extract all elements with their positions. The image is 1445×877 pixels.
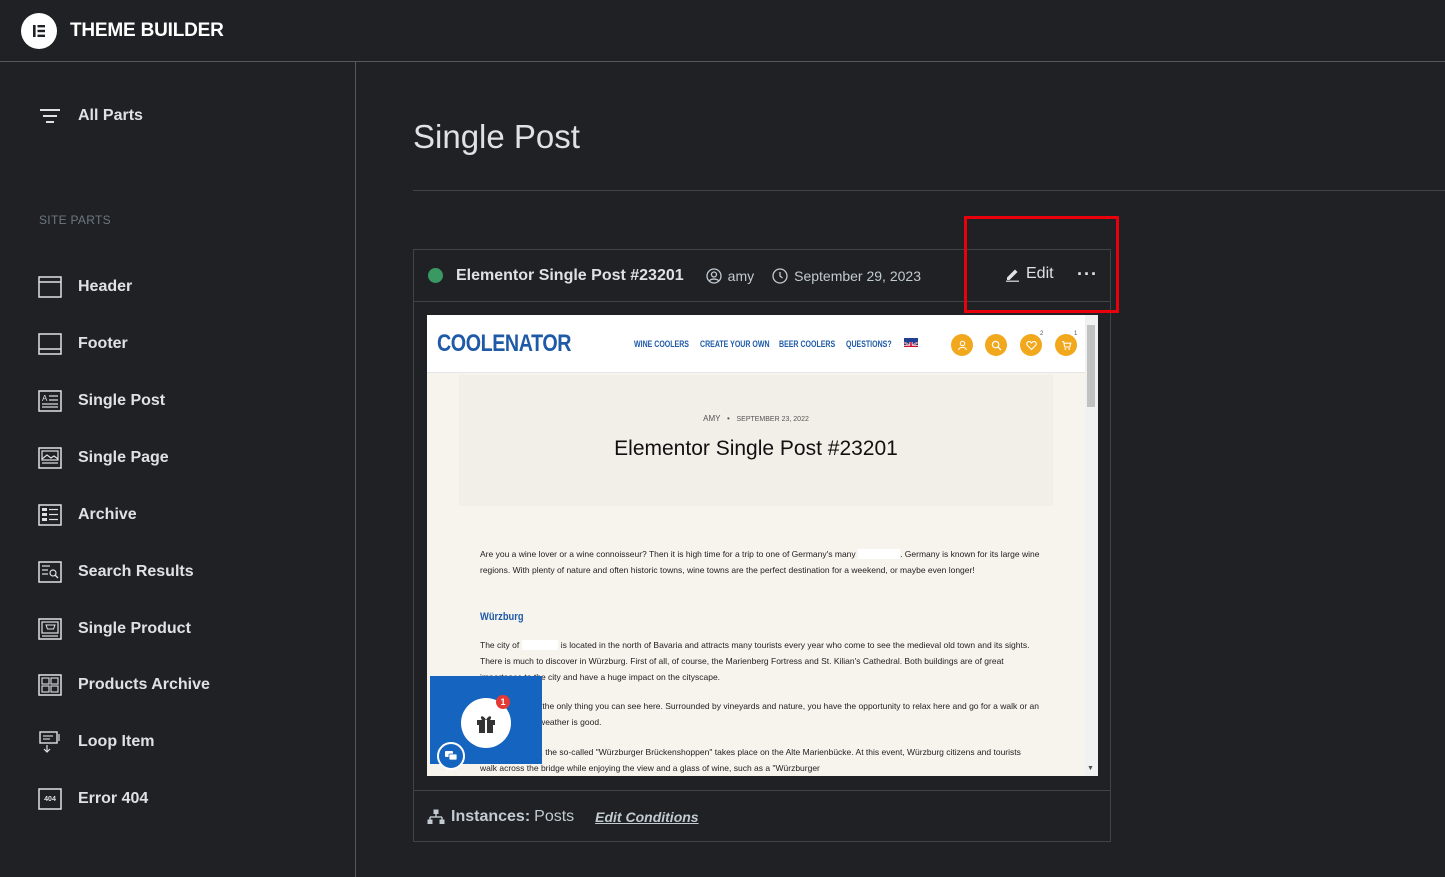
author-name: amy [727, 267, 755, 284]
status-dot [428, 268, 443, 283]
sidebar-item-all-parts[interactable]: All Parts [38, 104, 143, 128]
preview-wishlist-icon [1020, 334, 1042, 356]
sidebar-item-label: Header [78, 278, 133, 295]
instances-label: Instances: [451, 807, 531, 825]
preview-hero: AMY • SEPTEMBER 23, 2022 Elementor Singl… [459, 375, 1053, 506]
chat-icon[interactable] [437, 742, 465, 770]
preview-search-icon [985, 334, 1007, 356]
author-meta: amy [706, 268, 754, 284]
edit-label: Edit [1026, 265, 1054, 282]
instances-value: Posts [534, 807, 575, 825]
preview-nav-item: QUESTIONS? [846, 339, 892, 349]
products-archive-icon [38, 673, 62, 697]
preview-meta-sep: • [727, 414, 730, 423]
uk-flag-icon [904, 338, 918, 347]
preview-cart-count: 1 [1074, 331, 1078, 337]
filter-icon [38, 104, 62, 128]
chevron-down-icon[interactable]: ▼ [1087, 765, 1094, 772]
sidebar: All Parts SITE PARTS Header Footer A Sin… [0, 62, 356, 877]
sidebar-item-products-archive[interactable]: Products Archive [38, 673, 210, 697]
preview-paragraph: In good weather, the so-called "Würzburg… [480, 747, 1021, 773]
app-title: THEME BUILDER [70, 19, 224, 41]
sidebar-item-label: Error 404 [78, 790, 149, 807]
clock-icon [772, 267, 788, 284]
single-product-icon [38, 617, 62, 641]
sidebar-item-footer[interactable]: Footer [38, 332, 128, 356]
footer-icon [38, 332, 62, 356]
sidebar-item-single-page[interactable]: Single Page [38, 446, 169, 470]
preview-meta-author: AMY [703, 414, 721, 423]
svg-text:A: A [42, 394, 48, 403]
preview-site-logo: COOLENATOR [437, 330, 572, 357]
card-header: Elementor Single Post #23201 amy Septemb… [414, 250, 1110, 302]
sidebar-item-label: Single Page [78, 449, 169, 466]
elementor-logo-icon[interactable] [21, 12, 57, 49]
sidebar-item-single-post[interactable]: A Single Post [38, 389, 165, 413]
preview-wishlist-count: 2 [1040, 331, 1044, 337]
section-title: SITE PARTS [39, 213, 111, 227]
pencil-icon [1005, 267, 1020, 282]
top-bar: THEME BUILDER [0, 0, 1445, 62]
preview-text: The city of [480, 640, 522, 650]
sitemap-icon [427, 809, 445, 825]
sidebar-item-header[interactable]: Header [38, 275, 132, 299]
preview-post-meta: AMY • SEPTEMBER 23, 2022 [459, 414, 1053, 423]
preview-text: Are you a wine lover or a wine connoisse… [480, 549, 859, 559]
sidebar-item-label: Single Post [78, 392, 166, 409]
preview-account-icon [951, 334, 973, 356]
sidebar-item-error-404[interactable]: 404 Error 404 [38, 787, 148, 811]
search-results-icon [38, 560, 62, 584]
preview-site-header: COOLENATOR WINE COOLERS CREATE YOUR OWN … [427, 315, 1098, 373]
sidebar-item-loop-item[interactable]: Loop Item [38, 730, 154, 754]
sidebar-item-label: Loop Item [78, 733, 155, 750]
error-404-icon-text: 404 [44, 795, 56, 803]
sidebar-item-label: Products Archive [78, 676, 210, 693]
gift-widget[interactable]: 1 [430, 676, 542, 770]
more-options-button[interactable]: ··· [1077, 264, 1098, 285]
template-title: Elementor Single Post #23201 [456, 266, 684, 284]
preview-cart-icon [1055, 334, 1077, 356]
preview-scrollbar-thumb[interactable] [1087, 325, 1095, 407]
preview-paragraph: The city of Würzburg is located in the n… [480, 637, 1040, 685]
date-meta: September 29, 2023 [772, 268, 921, 284]
main-content: Single Post Elementor Single Post #23201… [357, 62, 1445, 877]
template-preview[interactable]: COOLENATOR WINE COOLERS CREATE YOUR OWN … [427, 315, 1098, 776]
gift-badge: 1 [496, 695, 510, 709]
sidebar-item-archive[interactable]: Archive [38, 503, 137, 527]
preview-paragraph: Are you a wine lover or a wine connoisse… [480, 546, 1040, 578]
preview-nav-item: BEER COOLERS [779, 339, 836, 349]
sidebar-item-label: All Parts [78, 107, 143, 124]
sidebar-item-search-results[interactable]: Search Results [38, 560, 194, 584]
preview-heading: Würzburg [480, 611, 524, 623]
sidebar-item-label: Single Product [78, 620, 191, 637]
preview-meta-date: SEPTEMBER 23, 2022 [736, 416, 809, 423]
template-card: Elementor Single Post #23201 amy Septemb… [413, 249, 1111, 842]
error-404-icon: 404 [38, 787, 62, 811]
archive-icon [38, 503, 62, 527]
user-icon [706, 267, 722, 284]
edit-button[interactable]: Edit [1005, 265, 1054, 283]
preview-nav-item: WINE COOLERS [634, 339, 690, 349]
preview-post-title: Elementor Single Post #23201 [614, 437, 898, 460]
sidebar-item-label: Search Results [78, 563, 194, 580]
sidebar-item-label: Archive [78, 506, 137, 523]
divider [413, 190, 1445, 191]
preview-nav-item: CREATE YOUR OWN [700, 339, 770, 349]
preview-link: Würzburg [521, 640, 559, 650]
sidebar-item-label: Footer [78, 335, 128, 352]
card-footer: Instances: Posts Edit Conditions [414, 790, 1110, 842]
preview-paragraph: But they are not the only thing you can … [480, 701, 1039, 727]
loop-item-icon [38, 730, 62, 754]
single-post-icon: A [38, 389, 62, 413]
preview-text: is located in the north of Bavaria and a… [480, 640, 1030, 682]
edit-conditions-link[interactable]: Edit Conditions [595, 809, 698, 825]
single-page-icon [38, 446, 62, 470]
page-title: Single Post [413, 118, 580, 155]
preview-link: wine towns [858, 549, 901, 559]
header-icon [38, 275, 62, 299]
sidebar-item-single-product[interactable]: Single Product [38, 617, 191, 641]
post-date: September 29, 2023 [794, 267, 921, 284]
